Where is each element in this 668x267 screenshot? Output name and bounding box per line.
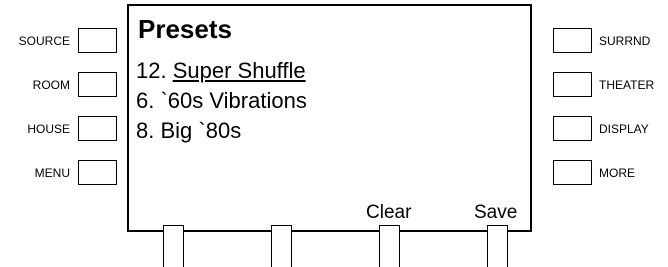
softkey-1-button[interactable]	[163, 225, 184, 267]
more-button[interactable]	[553, 160, 592, 185]
softkey-save-button[interactable]	[487, 225, 508, 267]
house-button[interactable]	[78, 116, 117, 141]
menu-label: MENU	[34, 166, 70, 180]
theater-button[interactable]	[553, 72, 592, 97]
source-button[interactable]	[78, 28, 117, 53]
more-label: MORE	[599, 166, 635, 180]
preset-item[interactable]: 8. Big `80s	[136, 118, 241, 144]
surrnd-label: SURRND	[599, 34, 651, 48]
room-button[interactable]	[78, 72, 117, 97]
preset-item[interactable]: 6. `60s Vibrations	[136, 88, 307, 114]
preset-number: 8.	[136, 118, 155, 143]
display-screen: Presets 12. Super Shuffle 6. `60s Vibrat…	[127, 4, 532, 232]
softkey-clear-button[interactable]	[379, 225, 400, 267]
preset-name: Big `80s	[160, 118, 242, 143]
surrnd-button[interactable]	[553, 28, 592, 53]
source-label: SOURCE	[18, 34, 70, 48]
preset-number: 12.	[136, 58, 167, 83]
preset-item[interactable]: 12. Super Shuffle	[136, 58, 306, 84]
display-label: DISPLAY	[599, 122, 649, 136]
softkey-label-clear: Clear	[366, 202, 412, 223]
preset-name: Super Shuffle	[172, 58, 306, 83]
house-label: HOUSE	[27, 122, 70, 136]
preset-number: 6.	[136, 88, 155, 113]
theater-label: THEATER	[599, 78, 655, 92]
preset-name: `60s Vibrations	[160, 88, 307, 113]
display-button[interactable]	[553, 116, 592, 141]
room-label: ROOM	[32, 78, 70, 92]
softkey-label-save: Save	[474, 202, 518, 223]
menu-button[interactable]	[78, 160, 117, 185]
softkey-2-button[interactable]	[271, 225, 292, 267]
screen-title: Presets	[138, 14, 232, 44]
